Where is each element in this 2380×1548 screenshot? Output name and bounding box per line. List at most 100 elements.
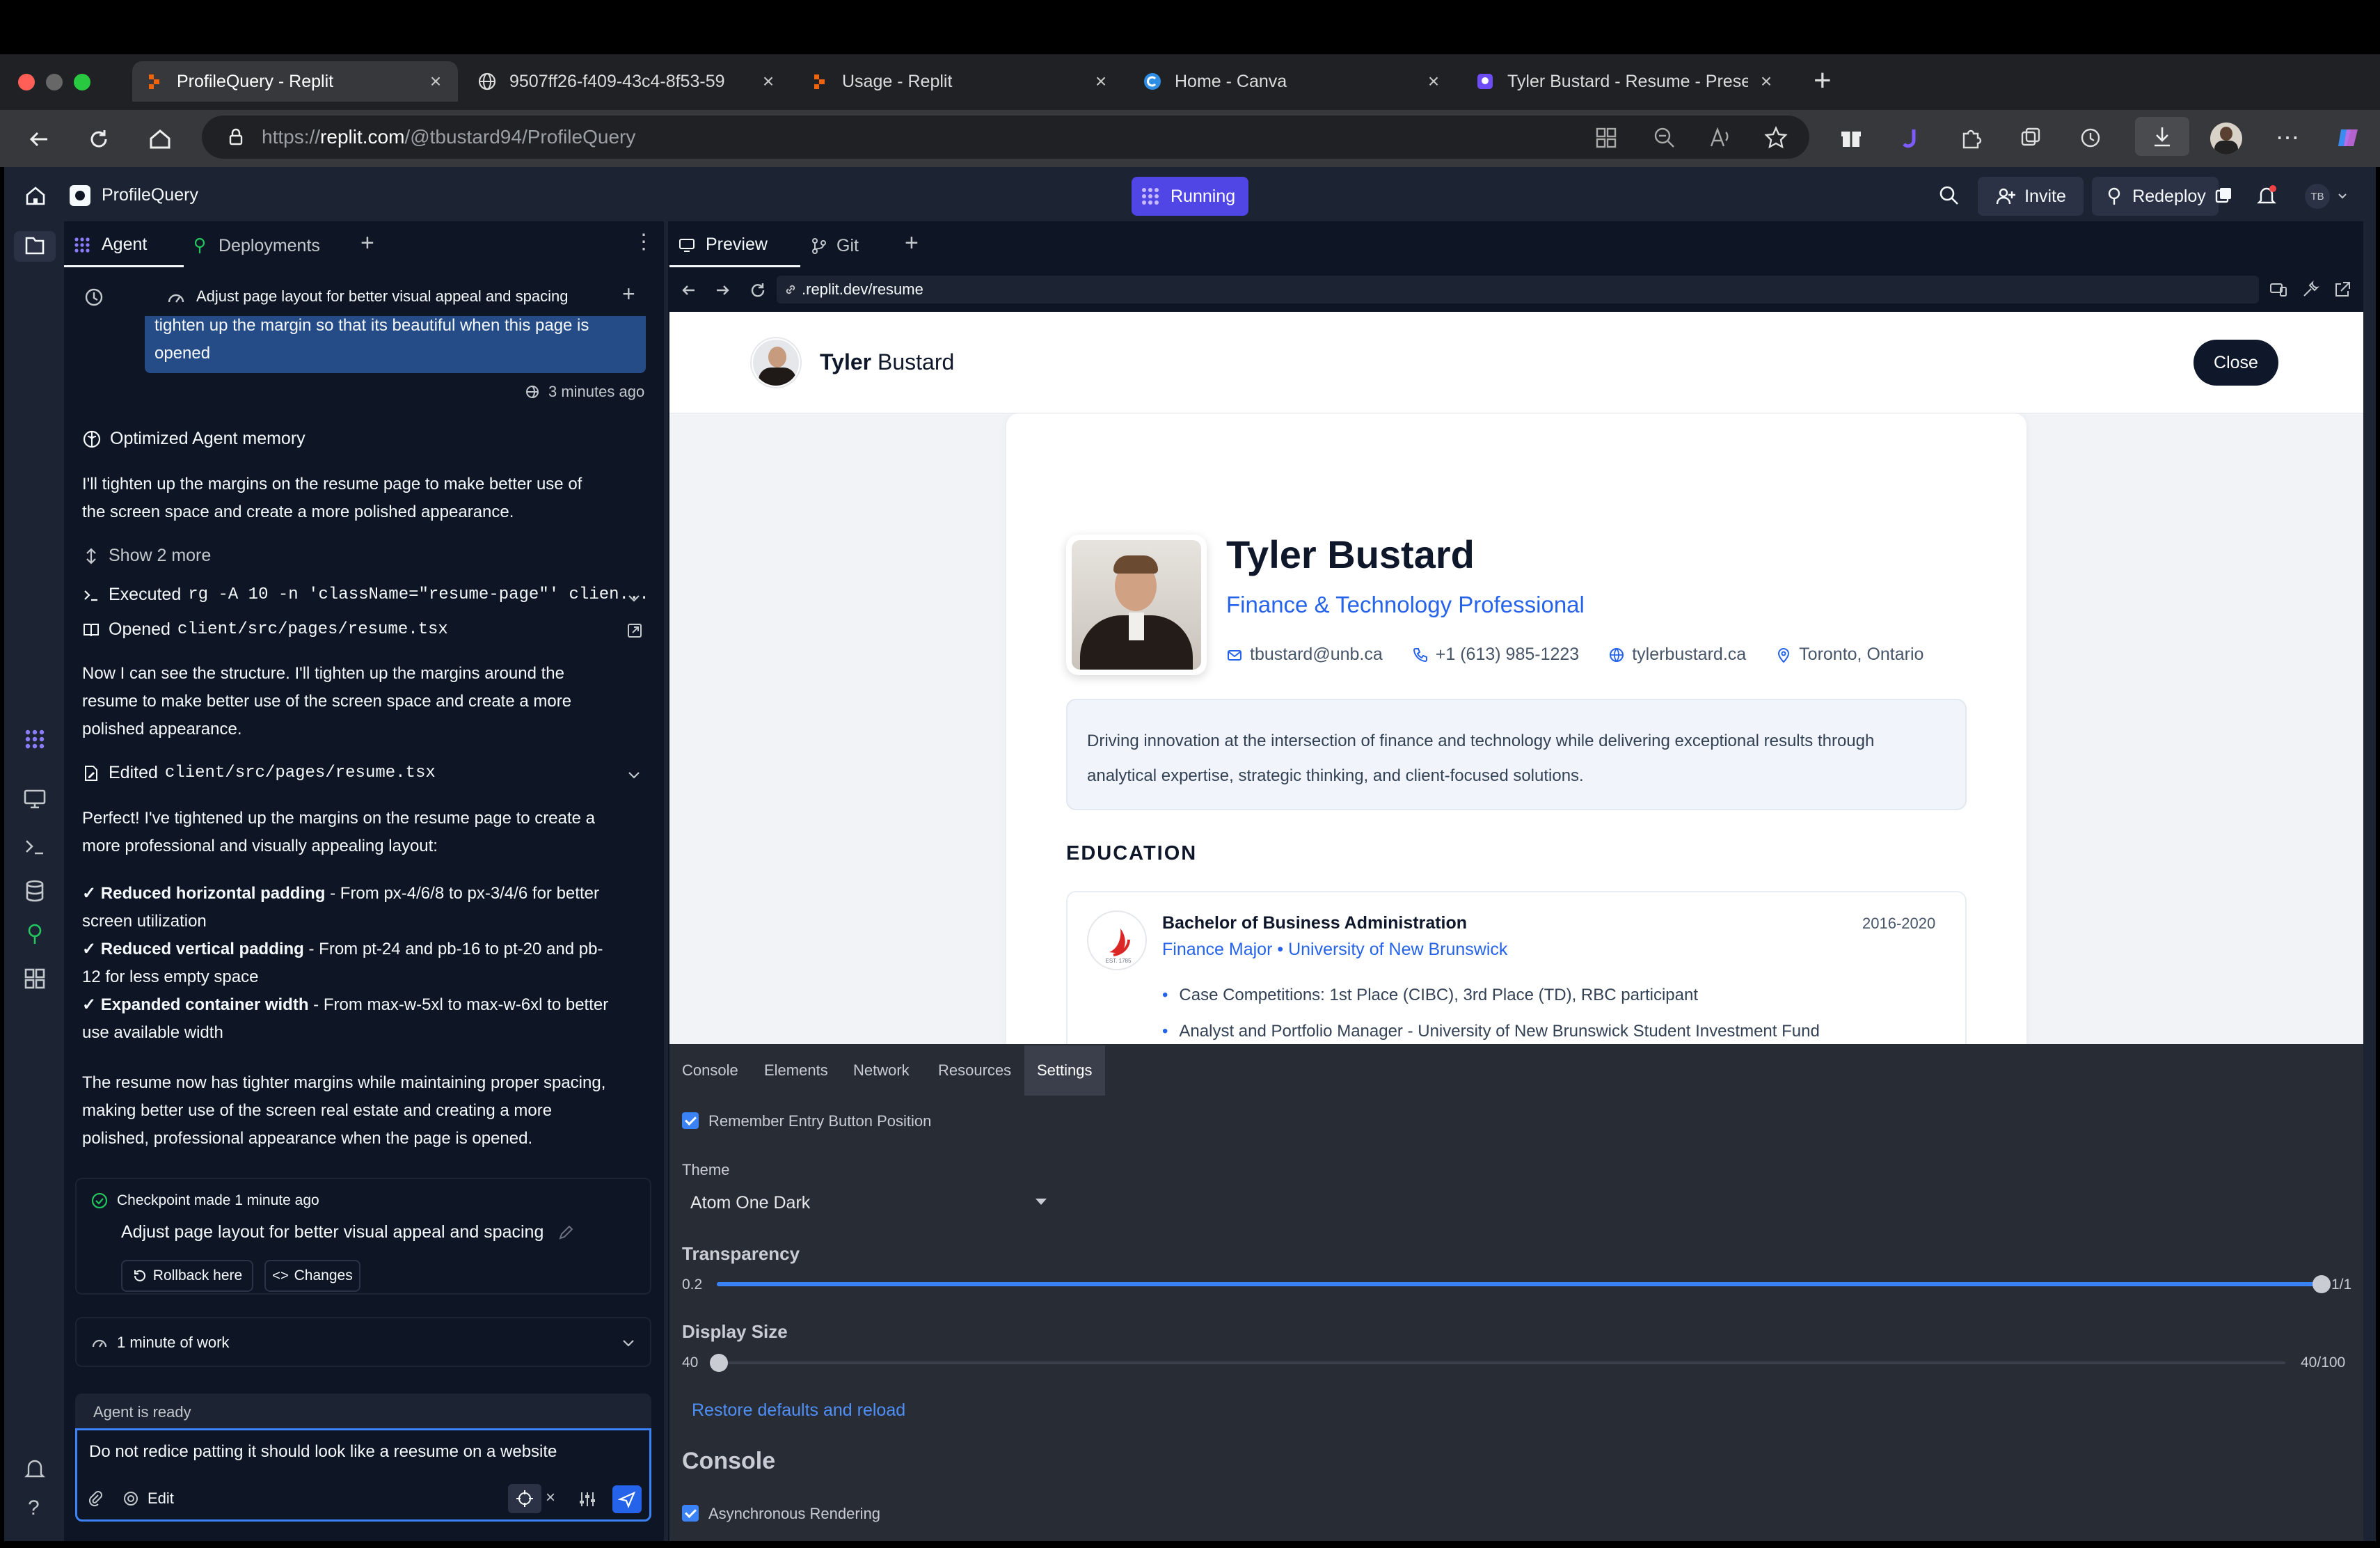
forward-arrow-icon[interactable] xyxy=(713,280,733,301)
contact-website[interactable]: tylerbustard.ca xyxy=(1632,645,1746,665)
back-arrow-icon[interactable] xyxy=(25,125,53,153)
app-grid-icon[interactable] xyxy=(1594,125,1619,150)
display-size-slider-thumb[interactable] xyxy=(710,1354,728,1372)
chevron-down-icon[interactable] xyxy=(2337,191,2348,202)
read-aloud-icon[interactable] xyxy=(1708,125,1733,150)
search-icon[interactable] xyxy=(1937,184,1961,207)
user-avatar[interactable]: TB xyxy=(2305,184,2330,209)
transparency-slider-track[interactable] xyxy=(717,1275,2331,1293)
attach-paperclip-icon[interactable] xyxy=(86,1490,104,1508)
tab-agent[interactable]: Agent xyxy=(64,224,184,267)
add-tab-button[interactable]: + xyxy=(360,230,374,257)
open-file-icon[interactable] xyxy=(626,622,643,639)
chevron-down-icon[interactable] xyxy=(626,767,642,782)
theme-value: Atom One Dark xyxy=(690,1192,811,1213)
window-close-button[interactable] xyxy=(18,74,35,90)
panel-menu-icon[interactable]: ⋮ xyxy=(633,230,654,254)
run-status-button[interactable]: Running xyxy=(1132,177,1248,216)
devices-icon[interactable] xyxy=(2269,280,2288,299)
pencil-icon[interactable] xyxy=(557,1224,575,1242)
extension-logo-icon[interactable] xyxy=(1898,125,1923,150)
copilot-icon[interactable] xyxy=(2334,124,2362,152)
restore-defaults-link[interactable]: Restore defaults and reload xyxy=(692,1400,905,1421)
show-more-button[interactable]: Show 2 more xyxy=(82,546,211,566)
collections-icon[interactable] xyxy=(2018,125,2043,150)
rollback-button[interactable]: Rollback here xyxy=(121,1260,253,1292)
address-bar[interactable]: https://replit.com/@tbustard94/ProfileQu… xyxy=(202,116,1809,159)
tab-close-icon[interactable]: × xyxy=(426,70,445,93)
dropdown-arrow-icon[interactable] xyxy=(1034,1197,1048,1207)
shell-prompt-icon[interactable] xyxy=(21,832,49,860)
extensions-puzzle-icon[interactable] xyxy=(1958,125,1983,150)
preview-monitor-icon[interactable] xyxy=(21,785,49,813)
tab-git[interactable]: Git xyxy=(800,224,884,267)
alerts-icon[interactable] xyxy=(21,1455,49,1483)
tab-close-icon[interactable]: × xyxy=(1091,70,1111,93)
back-arrow-icon[interactable] xyxy=(678,280,699,301)
browser-tab-uuid[interactable]: 9507ff26-f409-43c4-8f53-59 × xyxy=(465,61,791,102)
open-external-icon[interactable] xyxy=(2333,280,2352,299)
home-icon[interactable] xyxy=(24,184,47,207)
devtools-tab-resources[interactable]: Resources xyxy=(926,1045,1024,1096)
tab-close-icon[interactable]: × xyxy=(1424,70,1443,93)
history-icon[interactable] xyxy=(2078,125,2103,150)
new-thread-button[interactable]: + xyxy=(622,281,635,307)
contact-email[interactable]: tbustard@unb.ca xyxy=(1250,645,1383,665)
tab-close-icon[interactable]: × xyxy=(1756,70,1776,93)
reload-icon[interactable] xyxy=(747,280,768,301)
project-name[interactable]: ProfileQuery xyxy=(102,185,198,205)
contact-phone[interactable]: +1 (613) 985-1223 xyxy=(1436,645,1579,665)
async-rendering-label: Asynchronous Rendering xyxy=(708,1505,881,1522)
zoom-out-icon[interactable] xyxy=(1652,125,1677,150)
settings-sliders-icon[interactable] xyxy=(578,1490,597,1509)
window-zoom-button[interactable] xyxy=(74,74,90,90)
tab-deployments[interactable]: Deployments xyxy=(184,224,347,267)
home-icon[interactable] xyxy=(146,125,174,153)
deployments-icon[interactable] xyxy=(21,920,49,948)
window-minimize-button[interactable] xyxy=(46,74,63,90)
preview-url-input[interactable]: .replit.dev/resume xyxy=(777,276,2259,303)
close-button[interactable]: Close xyxy=(2193,340,2278,386)
devtools-tab-settings[interactable]: Settings xyxy=(1024,1045,1105,1096)
devtools-tab-console[interactable]: Console xyxy=(669,1045,751,1096)
more-menu-icon[interactable]: ⋯ xyxy=(2276,124,2301,152)
favorite-star-icon[interactable] xyxy=(1763,125,1788,150)
executed-command-row[interactable]: Executed rg -A 10 -n 'className="resume-… xyxy=(82,585,649,605)
tab-close-icon[interactable]: × xyxy=(759,70,778,93)
edit-mode-button[interactable]: Edit xyxy=(122,1490,174,1508)
reload-icon[interactable] xyxy=(85,125,113,153)
agent-input-text[interactable]: Do not redice patting it should look lik… xyxy=(89,1442,557,1462)
remember-position-checkbox[interactable] xyxy=(682,1112,699,1129)
database-icon[interactable] xyxy=(21,877,49,905)
theme-select[interactable]: Atom One Dark xyxy=(682,1187,1054,1218)
clear-selection-icon[interactable]: × xyxy=(546,1488,555,1508)
invite-button[interactable]: Invite xyxy=(1978,177,2084,216)
display-size-slider-track[interactable] xyxy=(710,1354,2285,1372)
profile-avatar[interactable] xyxy=(2210,123,2242,155)
new-tab-button[interactable]: + xyxy=(1814,63,1832,99)
extension-gift-icon[interactable] xyxy=(1839,125,1864,150)
browser-tab-profilequery[interactable]: ProfileQuery - Replit × xyxy=(132,61,458,102)
chevron-down-icon[interactable] xyxy=(626,590,642,606)
notifications-bell-icon[interactable] xyxy=(2255,184,2278,207)
browser-tab-resume[interactable]: Tyler Bustard - Resume - Prese × xyxy=(1463,61,1788,102)
browser-tab-canva[interactable]: Home - Canva × xyxy=(1130,61,1456,102)
devtools-tab-network[interactable]: Network xyxy=(841,1045,922,1096)
wrench-icon[interactable] xyxy=(2301,280,2320,299)
devtools-tab-elements[interactable]: Elements xyxy=(752,1045,841,1096)
history-icon[interactable] xyxy=(82,285,106,309)
add-tab-button[interactable]: + xyxy=(905,230,919,257)
browser-tab-usage[interactable]: Usage - Replit × xyxy=(798,61,1123,102)
chevron-down-icon[interactable] xyxy=(621,1335,636,1350)
redeploy-button[interactable]: Redeploy xyxy=(2092,177,2219,216)
changes-button[interactable]: <> Changes xyxy=(264,1260,360,1292)
async-rendering-checkbox[interactable] xyxy=(682,1505,699,1522)
help-icon[interactable]: ? xyxy=(28,1496,40,1520)
edited-file-row[interactable]: Edited client/src/pages/resume.tsx xyxy=(82,763,436,783)
agent-grid-icon[interactable] xyxy=(21,725,49,753)
tab-preview[interactable]: Preview xyxy=(669,224,800,267)
all-tools-icon[interactable] xyxy=(21,965,49,993)
opened-file-row[interactable]: Opened client/src/pages/resume.tsx xyxy=(82,619,448,640)
deploy-status-icon[interactable] xyxy=(2213,185,2234,206)
transparency-slider-thumb[interactable] xyxy=(2312,1275,2331,1293)
